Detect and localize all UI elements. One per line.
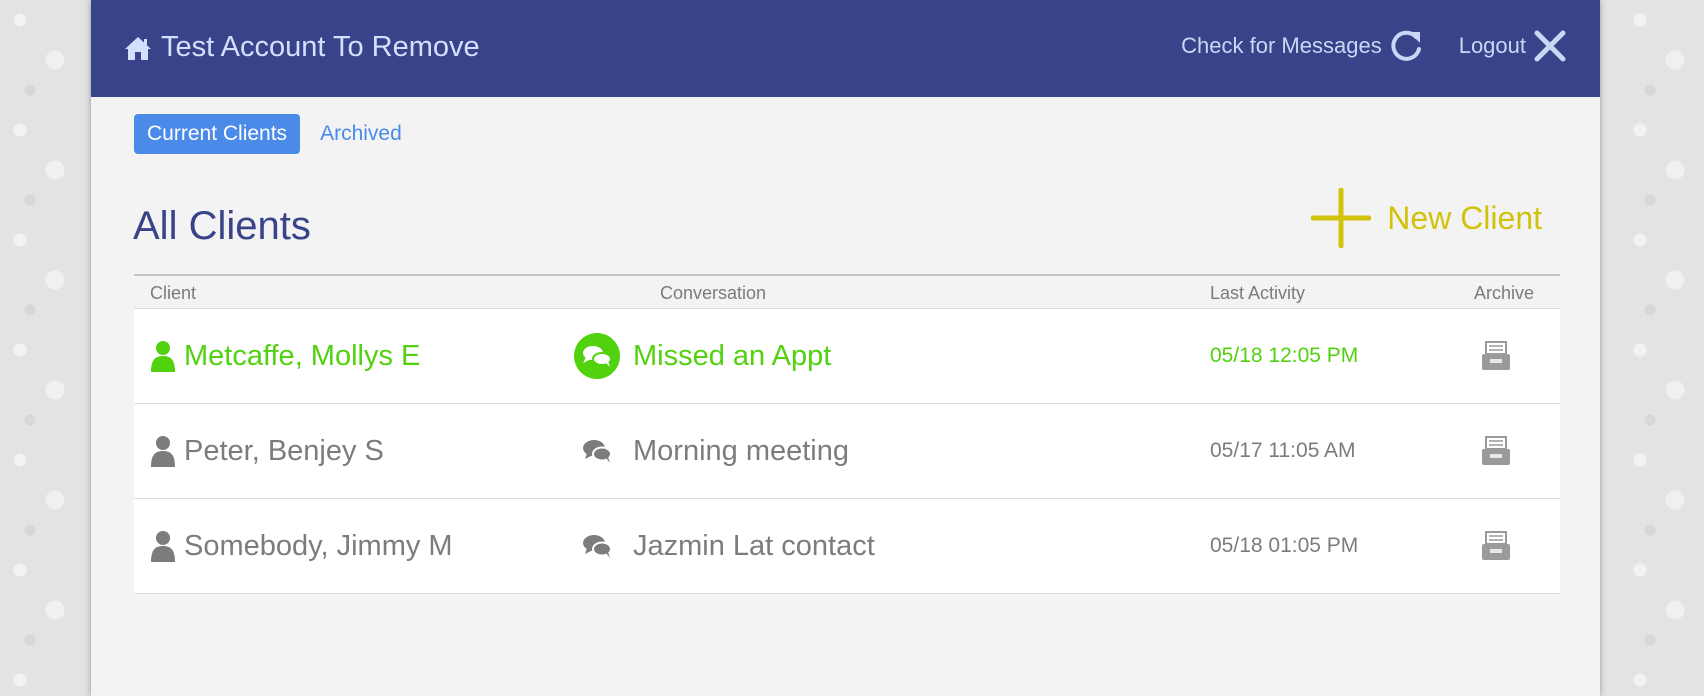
conversation-title: Missed an Appt <box>633 339 832 372</box>
archive-icon <box>1482 341 1510 370</box>
logout-button[interactable]: Logout <box>1459 29 1567 63</box>
plus-icon <box>1311 188 1372 248</box>
archive-button[interactable] <box>1480 404 1512 498</box>
conversation-cell: Morning meeting <box>573 404 849 498</box>
column-header-conversation: Conversation <box>660 283 767 303</box>
person-icon <box>151 436 175 467</box>
conversation-cell: Jazmin Lat contact <box>573 499 875 593</box>
clients-table: Client Conversation Last Activity Archiv… <box>134 274 1560 594</box>
refresh-icon <box>1391 30 1421 61</box>
close-icon <box>1534 30 1566 62</box>
logout-label: Logout <box>1458 33 1526 58</box>
chat-bubbles-icon <box>573 522 621 570</box>
person-icon <box>151 531 175 562</box>
home-icon <box>125 36 151 60</box>
client-name: Metcaffe, Mollys E <box>184 339 421 372</box>
page-title: All Clients <box>133 204 311 248</box>
archive-icon <box>1482 531 1510 560</box>
person-icon <box>151 341 175 372</box>
client-cell: Somebody, Jimmy M <box>150 499 453 593</box>
new-client-button[interactable]: New Client <box>1311 188 1542 248</box>
account-title: Test Account To Remove <box>161 31 480 63</box>
client-cell: Metcaffe, Mollys E <box>150 309 420 403</box>
last-activity: 05/17 11:05 AM <box>1210 439 1356 462</box>
check-messages-button[interactable]: Check for Messages <box>1181 28 1425 64</box>
conversation-cell: Missed an Appt <box>573 309 831 403</box>
new-client-label: New Client <box>1387 199 1542 236</box>
top-header: Test Account To Remove Check for Message… <box>91 0 1600 97</box>
table-row[interactable]: Somebody, Jimmy M Jazmin Lat contact 05/… <box>134 499 1560 594</box>
column-header-archive: Archive <box>1474 283 1535 303</box>
client-name: Peter, Benjey S <box>184 434 384 467</box>
last-activity: 05/18 01:05 PM <box>1210 534 1359 557</box>
table-row[interactable]: Metcaffe, Mollys E Missed an Appt 05/18 … <box>134 309 1560 404</box>
column-header-last-activity: Last Activity <box>1210 283 1306 303</box>
check-messages-label: Check for Messages <box>1181 33 1382 58</box>
tab-archived[interactable]: Archived <box>320 122 402 146</box>
app-window: Test Account To Remove Check for Message… <box>91 0 1600 696</box>
account-home-link[interactable]: Test Account To Remove <box>124 31 480 64</box>
tab-current-clients[interactable]: Current Clients <box>134 114 301 154</box>
table-header: Client Conversation Last Activity Archiv… <box>134 274 1560 309</box>
table-row[interactable]: Peter, Benjey S Morning meeting 05/17 11… <box>134 404 1560 499</box>
archive-icon <box>1482 436 1510 465</box>
chat-bubbles-icon <box>573 427 621 475</box>
column-header-client: Client <box>150 283 197 303</box>
archive-button[interactable] <box>1480 499 1512 593</box>
last-activity: 05/18 12:05 PM <box>1210 344 1359 367</box>
client-name: Somebody, Jimmy M <box>184 529 453 562</box>
chat-bubbles-icon <box>573 332 621 380</box>
client-cell: Peter, Benjey S <box>150 404 384 498</box>
client-tabs: Current Clients Archived <box>134 114 402 154</box>
archive-button[interactable] <box>1480 309 1512 403</box>
header-actions: Check for Messages Logout <box>1181 28 1567 64</box>
conversation-title: Jazmin Lat contact <box>633 529 875 562</box>
conversation-title: Morning meeting <box>633 434 849 467</box>
